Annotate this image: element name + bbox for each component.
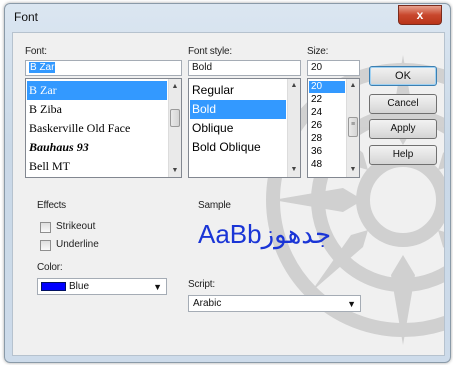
scroll-up-icon[interactable]: ▲: [169, 80, 181, 92]
size-input[interactable]: 20: [307, 60, 360, 76]
font-list-item[interactable]: Baskerville Old Face: [27, 119, 167, 138]
font-list-item[interactable]: B Ziba: [27, 100, 167, 119]
size-list[interactable]: 20 22 24 26 28 36 48 ▲ ≡ ▼: [307, 78, 360, 178]
scroll-down-icon[interactable]: ▼: [169, 164, 181, 176]
size-list-item[interactable]: 26: [309, 120, 345, 132]
dialog-client-area: Font: B Zar B Zar B Ziba Baskerville Old…: [12, 32, 445, 356]
dialog-title: Font: [14, 10, 39, 24]
ok-button[interactable]: OK: [369, 66, 437, 86]
strikeout-checkbox[interactable]: [40, 222, 51, 233]
cancel-button[interactable]: Cancel: [369, 94, 437, 114]
sample-label: Sample: [198, 200, 231, 211]
scroll-up-icon[interactable]: ▲: [347, 80, 359, 92]
font-name-value: B Zar: [29, 62, 56, 73]
chevron-down-icon[interactable]: ▼: [153, 280, 162, 294]
font-style-value: Bold: [192, 62, 213, 73]
close-icon: x: [416, 8, 424, 22]
script-label: Script:: [188, 279, 215, 290]
font-list[interactable]: B Zar B Ziba Baskerville Old Face Bauhau…: [25, 78, 182, 178]
font-name-input[interactable]: B Zar: [25, 60, 182, 76]
size-list-item[interactable]: 20: [309, 81, 345, 93]
size-list-item[interactable]: 22: [309, 94, 345, 106]
font-dialog: Font x Font: B Zar B Zar B Ziba Baskervi…: [4, 3, 451, 363]
font-style-item[interactable]: Oblique: [190, 119, 286, 138]
size-list-scroll-thumb[interactable]: ≡: [348, 117, 358, 137]
effects-label: Effects: [37, 200, 66, 211]
font-list-scroll-thumb[interactable]: [170, 109, 180, 127]
font-list-item[interactable]: Bell MT: [27, 157, 167, 176]
color-value: Blue: [69, 281, 90, 292]
sample-preview: AaBbجدهوز: [198, 219, 332, 249]
close-button[interactable]: x: [398, 5, 442, 25]
size-label: Size:: [307, 46, 329, 57]
underline-checkbox[interactable]: [40, 240, 51, 251]
size-value: 20: [311, 62, 323, 73]
strikeout-label[interactable]: Strikeout: [56, 221, 95, 232]
font-style-list[interactable]: Regular Bold Oblique Bold Oblique ▲ ▼: [188, 78, 301, 178]
font-style-item[interactable]: Bold: [190, 100, 286, 119]
size-list-item[interactable]: 24: [309, 107, 345, 119]
font-style-item[interactable]: Bold Oblique: [190, 138, 286, 157]
font-style-scrollbar[interactable]: ▲ ▼: [287, 79, 300, 177]
font-list-scrollbar[interactable]: ▲ ▼: [168, 79, 181, 177]
font-style-item[interactable]: Regular: [190, 81, 286, 100]
chevron-down-icon[interactable]: ▼: [347, 297, 356, 311]
color-label: Color:: [37, 262, 63, 273]
color-select[interactable]: Blue ▼: [37, 278, 167, 295]
size-list-scrollbar[interactable]: ▲ ≡ ▼: [346, 79, 359, 177]
color-swatch: [41, 282, 66, 291]
font-style-input[interactable]: Bold: [188, 60, 301, 76]
font-label: Font:: [25, 46, 47, 57]
size-list-item[interactable]: 28: [309, 133, 345, 145]
underline-label[interactable]: Underline: [56, 239, 99, 250]
font-list-item[interactable]: B Zar: [27, 81, 167, 100]
script-select[interactable]: Arabic ▼: [188, 295, 361, 312]
scroll-down-icon[interactable]: ▼: [347, 164, 359, 176]
size-list-item[interactable]: 36: [309, 146, 345, 158]
font-style-label: Font style:: [188, 46, 232, 57]
scroll-up-icon[interactable]: ▲: [288, 80, 300, 92]
script-value: Arabic: [193, 298, 222, 309]
title-bar[interactable]: Font x: [5, 4, 450, 32]
apply-button[interactable]: Apply: [369, 119, 437, 139]
help-button[interactable]: Help: [369, 145, 437, 165]
size-list-item[interactable]: 48: [309, 159, 345, 171]
font-list-item[interactable]: Bauhaus 93: [27, 138, 167, 157]
scroll-down-icon[interactable]: ▼: [288, 164, 300, 176]
grip-icon: ≡: [350, 121, 356, 128]
